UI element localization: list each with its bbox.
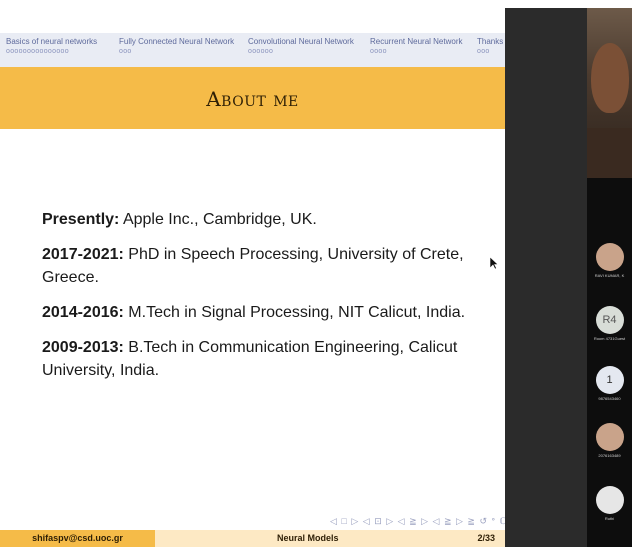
nav-section-recurrent[interactable]: Recurrent Neural Network oooo xyxy=(370,37,462,56)
footer-email: shifaspv@csd.uoc.gr xyxy=(0,530,155,547)
nav-section-basics[interactable]: Basics of neural networks oooooooooooooo… xyxy=(6,37,97,56)
avatar: R4 xyxy=(595,306,624,334)
participant-name: RAVI KUMAR, K xyxy=(594,273,625,278)
participant-name: Ruthi xyxy=(604,516,615,521)
footer-center: Neural Models 2/33 xyxy=(155,530,505,547)
beamer-navigation-symbols[interactable]: ◁ □ ▷ ◁ ⊡ ▷ ◁ ≧ ▷ ◁ ≧ ▷ ≧ ↺ ᐤ ℂ xyxy=(330,516,505,527)
footer-title: Neural Models xyxy=(277,533,339,543)
participant-name: 9876543460 xyxy=(598,396,621,401)
entry-label: 2009-2013: xyxy=(42,339,124,356)
presentation-slide: Basics of neural networks oooooooooooooo… xyxy=(0,8,505,547)
meeting-screen: Basics of neural networks oooooooooooooo… xyxy=(0,8,632,547)
nav-section-thanks[interactable]: Thanks ooo xyxy=(477,37,503,56)
avatar: 1 xyxy=(595,366,624,394)
nav-section-label: Recurrent Neural Network xyxy=(370,37,463,46)
entry-btech: 2009-2013: B.Tech in Communication Engin… xyxy=(42,336,482,382)
slide-title-bar: About me xyxy=(0,67,505,129)
nav-section-convolutional[interactable]: Convolutional Neural Network oooooo xyxy=(248,37,354,56)
participant-tile[interactable]: Ruthi xyxy=(587,486,632,522)
participant-tile[interactable]: 1 9876543460 xyxy=(587,366,632,402)
nav-section-dots[interactable]: ooo xyxy=(119,47,234,56)
nav-section-dots[interactable]: oooooo xyxy=(248,47,354,56)
slide-content: Presently: Apple Inc., Cambridge, UK. 20… xyxy=(42,208,482,394)
entry-label: 2014-2016: xyxy=(42,304,124,321)
participant-name: 2076163489 xyxy=(598,453,621,458)
speaker-video-tile[interactable] xyxy=(587,8,632,178)
avatar xyxy=(595,486,624,514)
nav-section-dots[interactable]: ooo xyxy=(477,47,503,56)
speaker-face xyxy=(591,43,629,113)
speaker-shirt xyxy=(587,128,632,178)
nav-section-dots[interactable]: oooo xyxy=(370,47,462,56)
entry-mtech: 2014-2016: M.Tech in Signal Processing, … xyxy=(42,301,482,324)
slide-title: About me xyxy=(206,87,299,111)
entry-text: M.Tech in Signal Processing, NIT Calicut… xyxy=(123,304,466,321)
entry-label: 2017-2021: xyxy=(42,246,124,263)
entry-presently: Presently: Apple Inc., Cambridge, UK. xyxy=(42,208,482,231)
entry-text: Apple Inc., Cambridge, UK. xyxy=(119,211,317,228)
nav-section-label: Thanks xyxy=(477,37,504,46)
footer-page-number: 2/33 xyxy=(477,533,495,543)
nav-section-fully-connected[interactable]: Fully Connected Neural Network ooo xyxy=(119,37,234,56)
entry-label: Presently: xyxy=(42,211,120,228)
participant-name: Room 4731Guest xyxy=(593,336,626,341)
participants-panel: RAVI KUMAR, K R4 Room 4731Guest 1 987654… xyxy=(587,8,632,547)
mouse-cursor-icon xyxy=(490,257,498,270)
nav-section-label: Fully Connected Neural Network xyxy=(119,37,235,46)
participant-tile[interactable]: R4 Room 4731Guest xyxy=(587,306,632,342)
slide-footer: shifaspv@csd.uoc.gr Neural Models 2/33 xyxy=(0,530,505,547)
section-navbar: Basics of neural networks oooooooooooooo… xyxy=(0,33,505,67)
entry-phd: 2017-2021: PhD in Speech Processing, Uni… xyxy=(42,243,482,289)
participant-tile[interactable]: RAVI KUMAR, K xyxy=(587,243,632,279)
nav-section-dots[interactable]: ooooooooooooooo xyxy=(6,47,97,56)
avatar xyxy=(595,423,624,451)
participant-tile[interactable]: 2076163489 xyxy=(587,423,632,459)
nav-section-label: Basics of neural networks xyxy=(6,37,98,46)
nav-section-label: Convolutional Neural Network xyxy=(248,37,354,46)
avatar xyxy=(595,243,624,271)
